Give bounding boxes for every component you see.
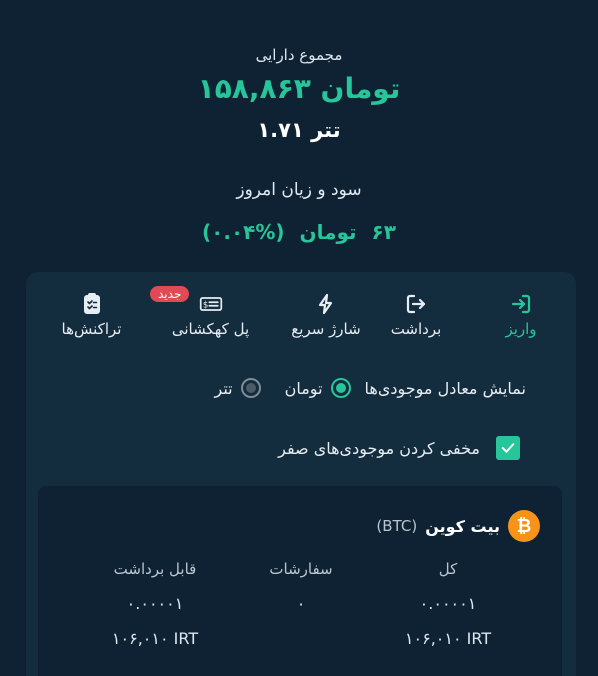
transactions-button[interactable]: تراکنش‌ها: [44, 292, 139, 348]
column-irt: ۱۰۶,۰۱۰ IRT: [111, 629, 199, 648]
pl-percent: (%۰.۰۴): [202, 220, 285, 244]
check-icon: [501, 443, 515, 453]
asset-column-orders: سفارشات ۰: [221, 560, 381, 629]
asset-symbol: (BTC): [376, 517, 418, 535]
column-irt: ۱۰۶,۰۱۰ IRT: [404, 629, 492, 648]
toman-option-label: تومان: [284, 378, 323, 398]
svg-text:$: $: [202, 300, 207, 310]
asset-item[interactable]: ₿ بیت کوین (BTC) کل ۰.۰۰۰۰۱ ۱۰۶,۰۱۰ IRT …: [38, 486, 562, 676]
total-assets-label: مجموع دارایی: [255, 46, 343, 64]
withdraw-button[interactable]: برداشت: [381, 292, 451, 348]
withdraw-icon: [381, 292, 451, 318]
bitcoin-icon: ₿: [508, 510, 540, 542]
asset-column-withdrawable: قابل برداشت ۰.۰۰۰۰۱ ۱۰۶,۰۱۰ IRT: [75, 560, 235, 648]
deposit-icon: [486, 292, 556, 318]
tether-radio[interactable]: [240, 378, 261, 398]
today-pl-value: ۶۳ تومان (%۰.۰۴): [0, 220, 598, 244]
hide-zero-row: مخفی کردن موجودی‌های صفر: [278, 436, 520, 460]
hide-zero-checkbox[interactable]: [496, 436, 520, 460]
clipboard-icon: [44, 292, 139, 318]
hide-zero-label: مخفی کردن موجودی‌های صفر: [278, 438, 480, 458]
asset-header: ₿ بیت کوین (BTC): [376, 510, 540, 542]
column-header: کل: [438, 560, 458, 578]
today-pl-label: سود و زیان امروز: [236, 180, 362, 200]
galaxy-bridge-button[interactable]: جدید $ پل کهکشانی: [150, 286, 263, 348]
new-badge: جدید: [150, 286, 190, 302]
lightning-icon: [281, 292, 371, 318]
display-equivalent-label: نمایش معادل موجودی‌ها: [364, 378, 526, 398]
toman-radio[interactable]: [330, 378, 351, 398]
tether-equivalent-value: ۱.۷۱ تتر: [257, 118, 341, 142]
pl-unit: تومان: [299, 220, 357, 244]
galaxy-bridge-label: پل کهکشانی: [171, 320, 250, 338]
column-value: ۰: [296, 594, 306, 613]
quick-charge-label: شارژ سریع: [291, 320, 361, 338]
asset-name: بیت کوین: [425, 516, 500, 536]
withdraw-label: برداشت: [390, 320, 442, 338]
total-assets-value: ۱۵۸,۸۶۳ تومان: [197, 72, 401, 105]
deposit-button[interactable]: واریز: [486, 292, 556, 348]
transactions-label: تراکنش‌ها: [61, 320, 122, 338]
pl-amount: ۶۳: [371, 220, 396, 244]
action-bar: واریز برداشت شارژ سریع جدید $ پل کهکشانی: [26, 286, 576, 352]
asset-column-total: کل ۰.۰۰۰۰۱ ۱۰۶,۰۱۰ IRT: [368, 560, 528, 648]
tether-option-label: تتر: [214, 378, 233, 398]
column-header: سفارشات: [269, 560, 333, 578]
wallet-card: واریز برداشت شارژ سریع جدید $ پل کهکشانی: [26, 272, 576, 676]
display-equivalent-row: نمایش معادل موجودی‌ها تومان تتر: [214, 378, 526, 398]
column-header: قابل برداشت: [113, 560, 197, 578]
quick-charge-button[interactable]: شارژ سریع: [281, 292, 371, 348]
column-value: ۰.۰۰۰۰۱: [126, 594, 184, 613]
column-value: ۰.۰۰۰۰۱: [419, 594, 477, 613]
deposit-label: واریز: [505, 320, 537, 338]
